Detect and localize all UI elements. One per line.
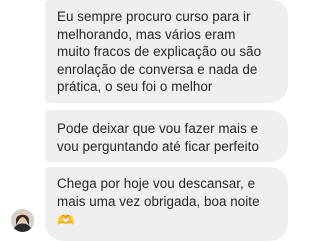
message-1-line-3: muito fracos de explicação ou são (57, 44, 262, 59)
heart-hands-icon: 🫶 (57, 212, 75, 228)
message-bubble-1[interactable]: Eu sempre procuro curso para ir melhoran… (45, 0, 288, 103)
message-2-line-1: Pode deixar que vou fazer mais e (57, 121, 259, 136)
chat-thread: Eu sempre procuro curso para ir melhoran… (0, 0, 300, 241)
message-3-line-2: mais uma vez obrigada, boa noite (57, 193, 260, 209)
message-bubble-3[interactable]: Chega por hoje vou descansar, e mais uma… (45, 167, 288, 241)
message-1-line-4: enrolação de conversa e nada de (57, 61, 258, 77)
message-1-line-2: melhorando, mas vários eram (57, 26, 236, 42)
message-3-line-1: Chega por hoje vou descansar, e (57, 176, 256, 191)
message-2-line-2: vou perguntando até ficar perfeito (57, 138, 259, 154)
message-1-line-5: prática, o seu foi o melhor (57, 79, 213, 94)
message-1-line-1: Eu sempre procuro curso para ir (57, 9, 251, 24)
avatar-photo-icon (11, 209, 34, 232)
sender-avatar[interactable] (11, 209, 34, 232)
message-bubble-2[interactable]: Pode deixar que vou fazer mais e vou per… (45, 110, 288, 162)
